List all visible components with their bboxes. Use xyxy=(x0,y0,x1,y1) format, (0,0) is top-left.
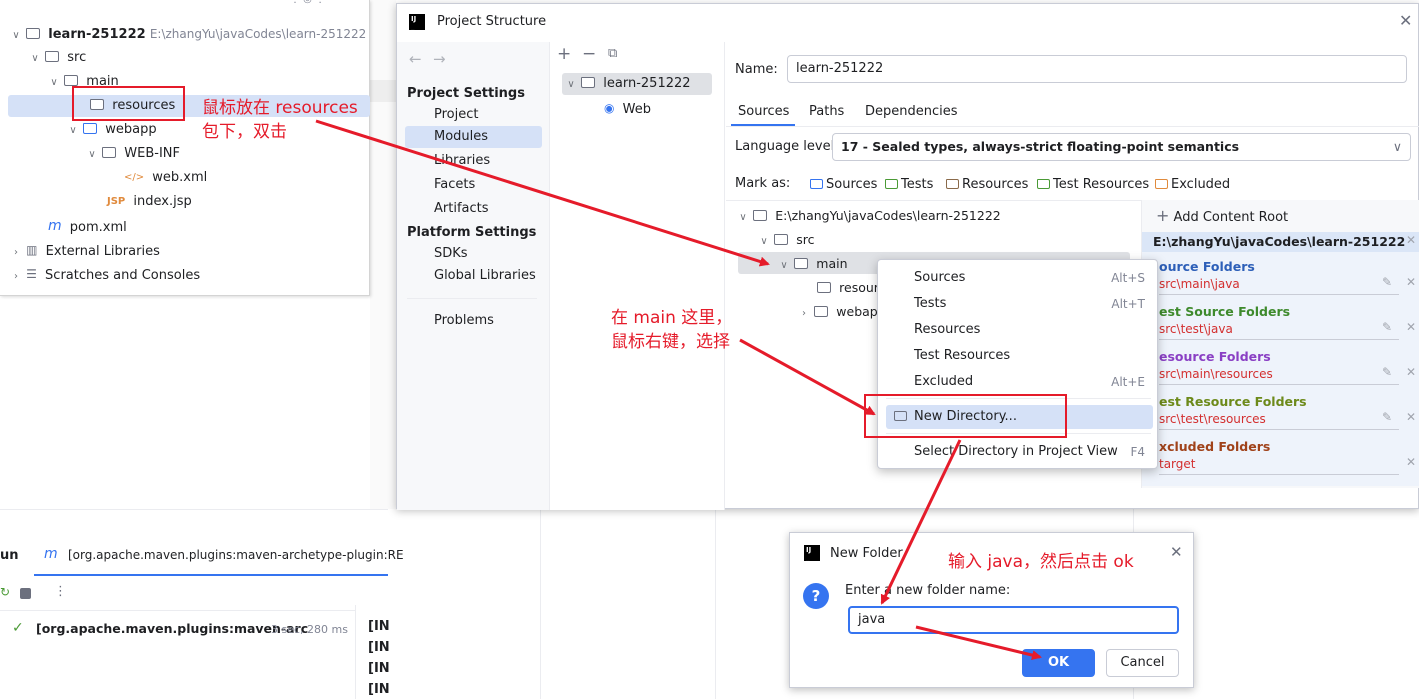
arrow-to-ok xyxy=(915,625,1042,660)
arrow-to-main xyxy=(315,119,770,267)
annotation-arrows xyxy=(315,119,1042,660)
arrow-to-new-directory xyxy=(739,338,876,416)
arrow-to-input xyxy=(880,439,962,605)
